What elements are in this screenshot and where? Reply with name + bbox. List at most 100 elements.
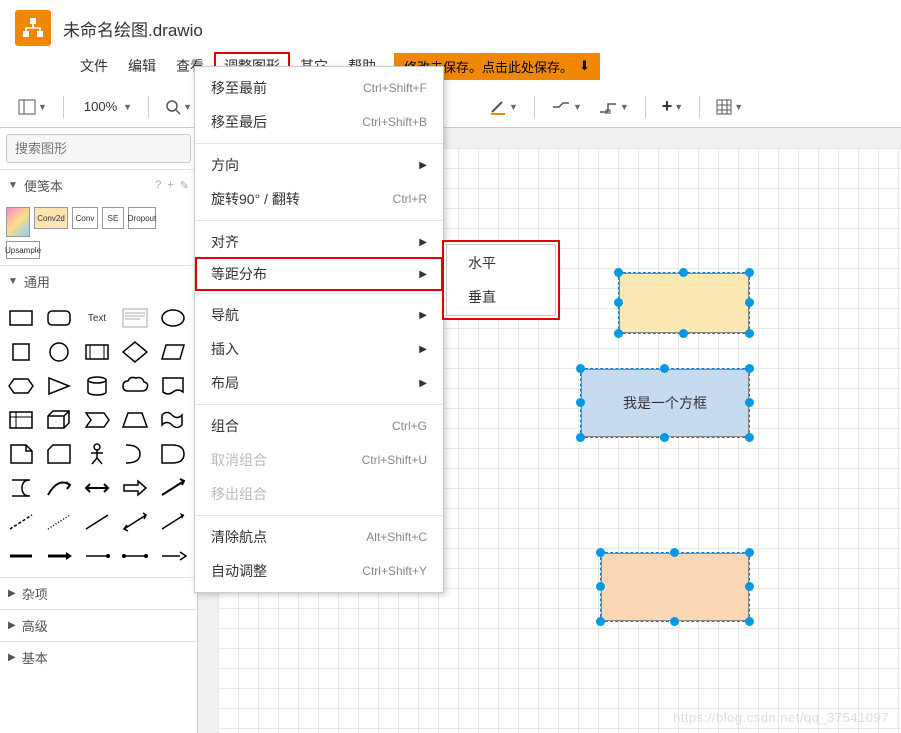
shape-conn3[interactable] (80, 541, 114, 571)
selected-shape-3[interactable] (600, 552, 750, 622)
resize-handle[interactable] (596, 548, 605, 557)
shape-text[interactable]: Text (80, 303, 114, 333)
dd-navigate[interactable]: 导航▶ (195, 298, 443, 332)
dd-direction[interactable]: 方向▶ (195, 148, 443, 182)
shape-parallelogram[interactable] (156, 337, 190, 367)
shape-diamond[interactable] (118, 337, 152, 367)
shape-rect[interactable] (4, 303, 38, 333)
palette-misc[interactable]: ▶ 杂项 (0, 577, 197, 609)
shape-cloud[interactable] (118, 371, 152, 401)
resize-handle[interactable] (745, 268, 754, 277)
dd-to-back[interactable]: 移至最后Ctrl+Shift+B (195, 105, 443, 139)
shape-step[interactable] (80, 405, 114, 435)
resize-handle[interactable] (670, 548, 679, 557)
resize-handle[interactable] (576, 364, 585, 373)
menu-edit[interactable]: 编辑 (118, 52, 166, 80)
shape-note[interactable] (4, 439, 38, 469)
shape-ellipse[interactable] (156, 303, 190, 333)
insert-button[interactable]: +▼ (656, 92, 689, 121)
search-input[interactable] (6, 134, 191, 163)
dd-group[interactable]: 组合Ctrl+G (195, 409, 443, 443)
shape-card[interactable] (42, 439, 76, 469)
table-button[interactable]: ▼ (710, 95, 749, 119)
dd-distribute-h[interactable]: 水平 (444, 246, 558, 280)
shape-trapezoid[interactable] (118, 405, 152, 435)
shape-circle[interactable] (42, 337, 76, 367)
palette-scratchpad[interactable]: ▼ 便笺本 ? + ✎ (0, 169, 197, 201)
shape-curve-arrow[interactable] (42, 473, 76, 503)
resize-handle[interactable] (745, 298, 754, 307)
shape-hexagon[interactable] (4, 371, 38, 401)
shape-conn4[interactable] (118, 541, 152, 571)
zoom-tool[interactable]: ▼ (159, 95, 198, 119)
shape-and[interactable] (156, 439, 190, 469)
resize-handle[interactable] (745, 433, 754, 442)
dd-autosize[interactable]: 自动调整Ctrl+Shift+Y (195, 554, 443, 588)
shape-dashed[interactable] (4, 507, 38, 537)
shape-conn2[interactable] (42, 541, 76, 571)
shape-biarrow[interactable] (80, 473, 114, 503)
shape-internal[interactable] (4, 405, 38, 435)
scratch-item[interactable]: Conv (72, 207, 98, 229)
shape-conn5[interactable] (156, 541, 190, 571)
dd-ungroup[interactable]: 取消组合Ctrl+Shift+U (195, 443, 443, 477)
shape-actor[interactable] (80, 439, 114, 469)
shape-thick-arrow[interactable] (118, 473, 152, 503)
dd-align[interactable]: 对齐▶ (195, 225, 443, 259)
resize-handle[interactable] (679, 329, 688, 338)
resize-handle[interactable] (614, 329, 623, 338)
dd-distribute[interactable]: 等距分布▶ (195, 257, 443, 291)
shape-line[interactable] (80, 507, 114, 537)
scratch-item[interactable] (6, 207, 30, 237)
resize-handle[interactable] (670, 617, 679, 626)
dd-insert[interactable]: 插入▶ (195, 332, 443, 366)
view-mode-button[interactable]: ▼ (12, 95, 53, 119)
scratch-item[interactable]: Dropout (128, 207, 156, 229)
resize-handle[interactable] (745, 548, 754, 557)
palette-general[interactable]: ▼ 通用 (0, 265, 197, 297)
palette-basic[interactable]: ▶ 基本 (0, 641, 197, 673)
palette-advanced[interactable]: ▶ 高级 (0, 609, 197, 641)
resize-handle[interactable] (660, 364, 669, 373)
shape-or[interactable] (118, 439, 152, 469)
zoom-select[interactable]: 100%▼ (74, 95, 138, 118)
scratch-item[interactable]: Upsample (6, 241, 40, 259)
shape-cylinder[interactable] (80, 371, 114, 401)
menu-file[interactable]: 文件 (70, 52, 118, 80)
dd-rotate[interactable]: 旋转90° / 翻转Ctrl+R (195, 182, 443, 216)
shape-link[interactable] (156, 473, 190, 503)
shape-cube[interactable] (42, 405, 76, 435)
resize-handle[interactable] (596, 582, 605, 591)
resize-handle[interactable] (614, 298, 623, 307)
shape-document[interactable] (156, 371, 190, 401)
shape-triangle[interactable] (42, 371, 76, 401)
shape-textbox[interactable] (118, 303, 152, 333)
dd-to-front[interactable]: 移至最前Ctrl+Shift+F (195, 71, 443, 105)
dd-layout[interactable]: 布局▶ (195, 366, 443, 400)
shape-tape[interactable] (156, 405, 190, 435)
resize-handle[interactable] (576, 433, 585, 442)
selected-shape-2[interactable]: 我是一个方框 (580, 368, 750, 438)
dd-clear-waypoints[interactable]: 清除航点Alt+Shift+C (195, 520, 443, 554)
shape-conn1[interactable] (4, 541, 38, 571)
selected-shape-1[interactable] (618, 272, 750, 334)
shape-rounded[interactable] (42, 303, 76, 333)
shape-process[interactable] (80, 337, 114, 367)
shape-datastore[interactable] (4, 473, 38, 503)
shape-dotted[interactable] (42, 507, 76, 537)
scratch-item[interactable]: Conv2d (34, 207, 68, 229)
scratch-item[interactable]: SE (102, 207, 124, 229)
connection-button[interactable]: ▼ (545, 96, 588, 118)
dd-remove-group[interactable]: 移出组合 (195, 477, 443, 511)
shape-bidir[interactable] (118, 507, 152, 537)
resize-handle[interactable] (745, 364, 754, 373)
resize-handle[interactable] (745, 398, 754, 407)
resize-handle[interactable] (576, 398, 585, 407)
resize-handle[interactable] (614, 268, 623, 277)
resize-handle[interactable] (745, 582, 754, 591)
line-color-button[interactable]: ▼ (483, 95, 524, 119)
resize-handle[interactable] (745, 329, 754, 338)
shape-square[interactable] (4, 337, 38, 367)
resize-handle[interactable] (596, 617, 605, 626)
resize-handle[interactable] (679, 268, 688, 277)
